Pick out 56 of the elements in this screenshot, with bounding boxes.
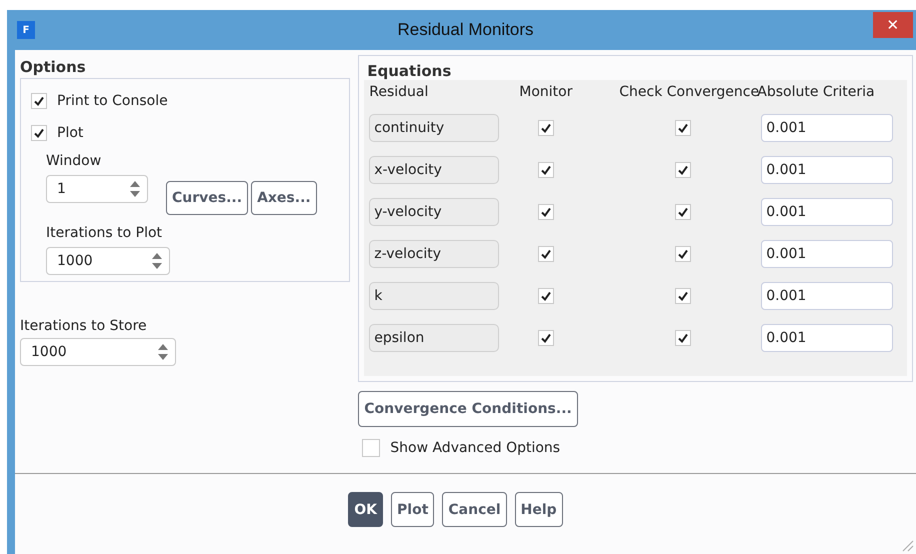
column-header: Absolute Criteria (757, 84, 876, 100)
checkbox-label: Show Advanced Options (390, 440, 560, 456)
field-label: Window (46, 153, 102, 169)
checkbox[interactable] (538, 330, 554, 346)
spin-arrows-icon (157, 342, 169, 362)
checkbox[interactable] (675, 330, 692, 346)
criteria-field[interactable]: 0.001 (761, 282, 894, 310)
checkbox[interactable] (538, 120, 554, 136)
criteria-field[interactable]: 0.001 (761, 324, 894, 352)
window-spinner[interactable]: 1 (46, 175, 148, 203)
residual-field: y-velocity (369, 198, 500, 226)
checkbox[interactable] (538, 162, 554, 178)
criteria-field[interactable]: 0.001 (761, 156, 894, 184)
checkbox[interactable] (31, 93, 47, 109)
checkbox[interactable] (675, 162, 692, 178)
checkbox-label: Plot (57, 125, 84, 141)
field-label: Iterations to Store (20, 318, 148, 334)
checkbox[interactable] (675, 120, 692, 136)
dialog-button[interactable]: Cancel (442, 492, 507, 527)
checkbox[interactable] (362, 439, 380, 457)
dialog-button[interactable]: Curves... (166, 181, 248, 215)
window-title: Residual Monitors (396, 20, 535, 40)
checkbox-label: Print to Console (57, 93, 168, 109)
iterations-spinner[interactable]: 1000 (20, 338, 176, 366)
resize-grip-icon (900, 538, 914, 552)
criteria-field[interactable]: 0.001 (761, 240, 894, 268)
residual-field: k (369, 282, 500, 310)
criteria-field[interactable]: 0.001 (761, 114, 894, 142)
spin-arrows-icon (129, 179, 141, 199)
criteria-field[interactable]: 0.001 (761, 198, 894, 226)
checkbox[interactable] (538, 204, 554, 220)
group-title: Options (20, 58, 87, 76)
checkbox[interactable] (675, 204, 692, 220)
dialog-button[interactable]: Help (514, 492, 563, 527)
dialog-button[interactable]: Axes... (251, 181, 317, 215)
residual-field: epsilon (369, 324, 500, 352)
iterations-spinner[interactable]: 1000 (46, 247, 170, 275)
checkbox[interactable] (31, 125, 47, 141)
app-logo-icon: F (17, 21, 35, 39)
group-title: Equations (367, 62, 452, 80)
column-header: Monitor (518, 84, 574, 100)
residual-field: z-velocity (369, 240, 500, 268)
dialog-button[interactable]: Plot (391, 492, 434, 527)
column-header: Check Convergence (618, 84, 758, 100)
checkbox[interactable] (675, 288, 692, 304)
checkbox[interactable] (538, 288, 554, 304)
spin-arrows-icon (151, 251, 163, 271)
checkbox[interactable] (675, 246, 692, 262)
convergence-conditions-button[interactable]: Convergence Conditions... (358, 391, 578, 427)
dialog-button[interactable]: OK (348, 492, 384, 527)
column-header: Residual (369, 84, 430, 100)
close-button[interactable]: ✕ (873, 12, 913, 38)
residual-field: continuity (369, 114, 500, 142)
checkbox[interactable] (538, 246, 554, 262)
field-label: Iterations to Plot (46, 225, 164, 241)
residual-field: x-velocity (369, 156, 500, 184)
